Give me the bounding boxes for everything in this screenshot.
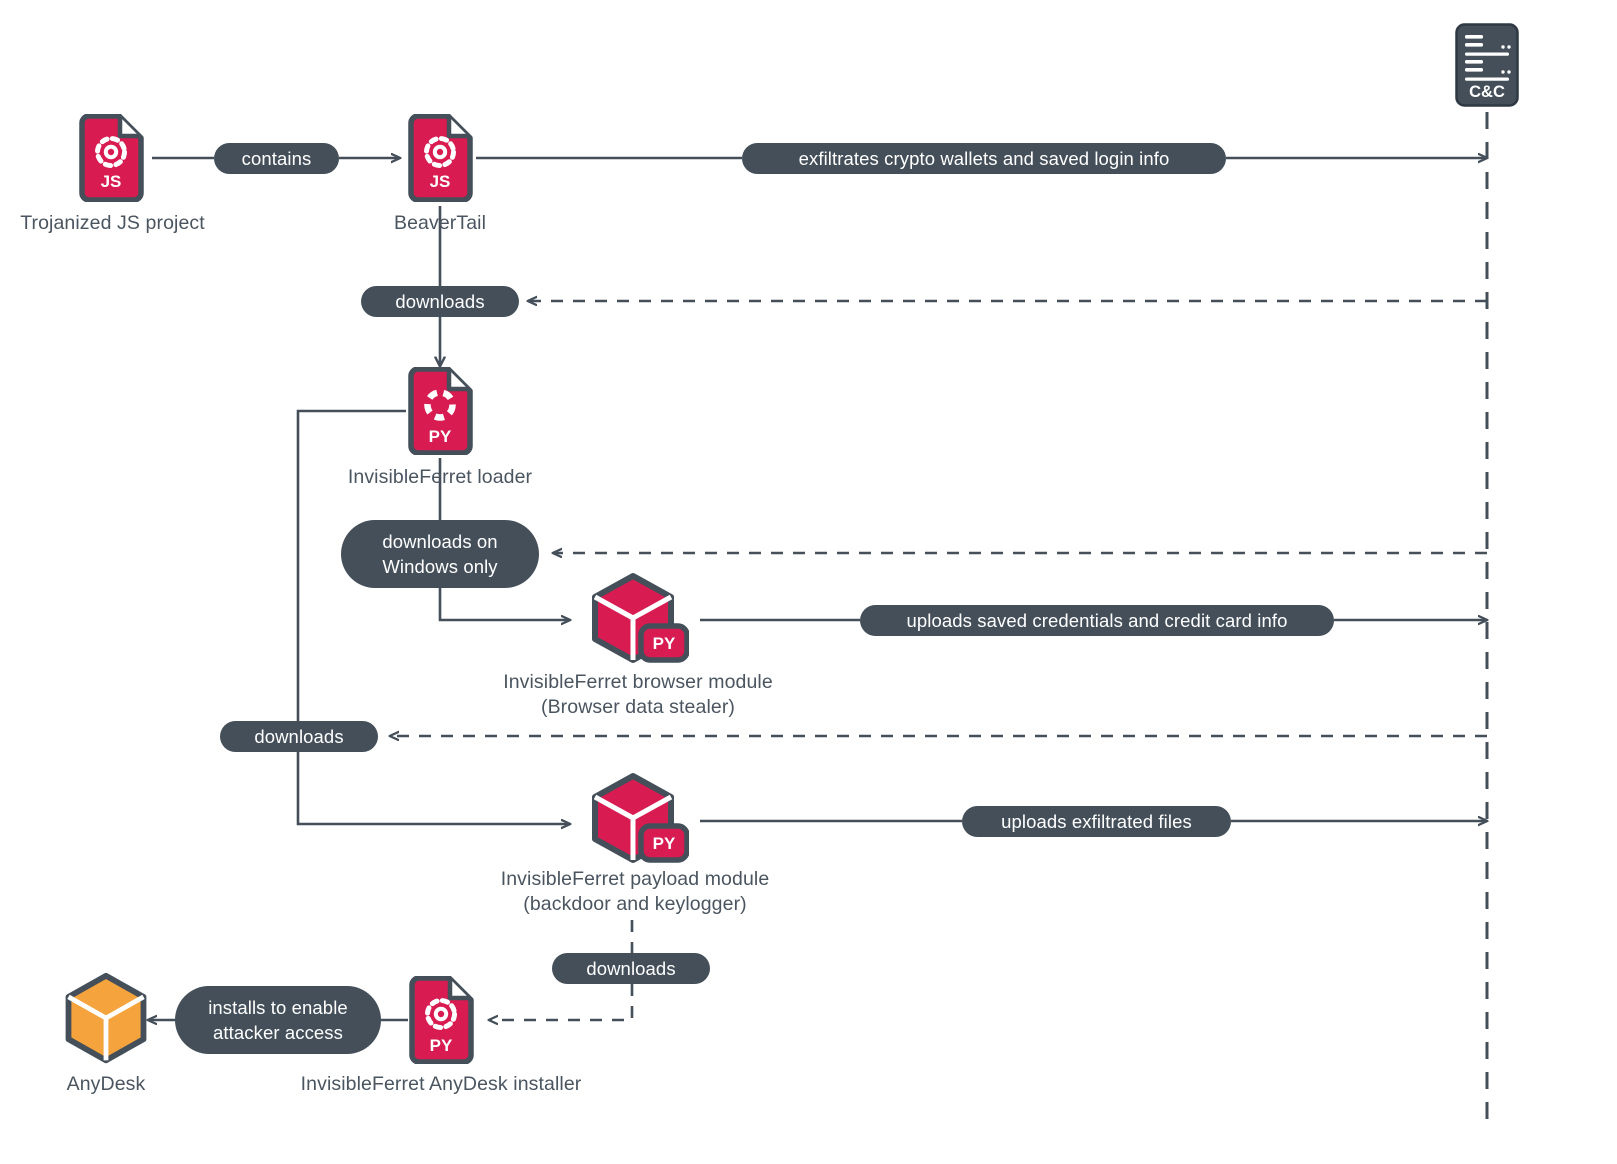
edge-label-downloads-loader: downloads [361, 286, 519, 317]
py-file-spinner-icon: PY [406, 367, 474, 455]
node-label-trojanized-js-project: Trojanized JS project [20, 212, 205, 234]
cnc-server-icon: C&C [1454, 22, 1520, 108]
file-badge-py: PY [430, 1036, 453, 1055]
node-label-beavertail: BeaverTail [393, 212, 487, 234]
edge-label-line-1: downloads on [382, 531, 498, 552]
edge-label-uploads-credentials: uploads saved credentials and credit car… [860, 605, 1334, 636]
edge-label-downloads-windows-only: downloads on Windows only [341, 520, 539, 588]
node-sublabel-payload-module: (backdoor and keylogger) [523, 893, 747, 915]
node-label-anydesk-installer: InvisibleFerret AnyDesk installer [300, 1073, 582, 1095]
edge-label-line-2: attacker access [212, 1022, 344, 1043]
edge-downloads-loader [440, 206, 1487, 366]
node-label-browser-module: InvisibleFerret browser module [503, 671, 773, 693]
js-file-gear-icon-beavertail: JS [406, 114, 474, 202]
file-badge-py: PY [429, 427, 452, 446]
cube-badge-py: PY [653, 634, 676, 653]
node-label-anydesk: AnyDesk [66, 1073, 146, 1095]
edge-label-contains: contains [214, 143, 339, 174]
edge-label-downloads-payload: downloads [220, 721, 378, 752]
node-sublabel-browser-module: (Browser data stealer) [540, 696, 736, 718]
node-label-invisibleferret-loader: InvisibleFerret loader [347, 466, 533, 488]
edge-label-line-1: installs to enable [208, 997, 348, 1018]
edge-label-line-2: Windows only [382, 556, 498, 577]
file-badge-js: JS [430, 172, 451, 191]
cnc-label: C&C [1469, 83, 1505, 101]
py-cube-icon-payload-module: PY [585, 770, 689, 874]
edge-label-downloads-anydesk: downloads [552, 953, 710, 984]
edge-label-installs-attacker-access: installs to enable attacker access [175, 986, 381, 1054]
py-file-gear-icon-anydesk-installer: PY [407, 976, 475, 1064]
py-cube-icon-browser-module: PY [585, 570, 689, 674]
node-label-payload-module: InvisibleFerret payload module [500, 868, 770, 890]
anydesk-cube-icon [56, 969, 156, 1069]
js-file-gear-icon: JS [77, 114, 145, 202]
edge-label-exfiltrates: exfiltrates crypto wallets and saved log… [742, 143, 1226, 174]
diagram-canvas: JS Trojanized JS project contains JS Bea… [0, 0, 1617, 1164]
cube-badge-py: PY [653, 834, 676, 853]
file-badge-js: JS [101, 172, 122, 191]
edge-label-uploads-files: uploads exfiltrated files [962, 806, 1231, 837]
